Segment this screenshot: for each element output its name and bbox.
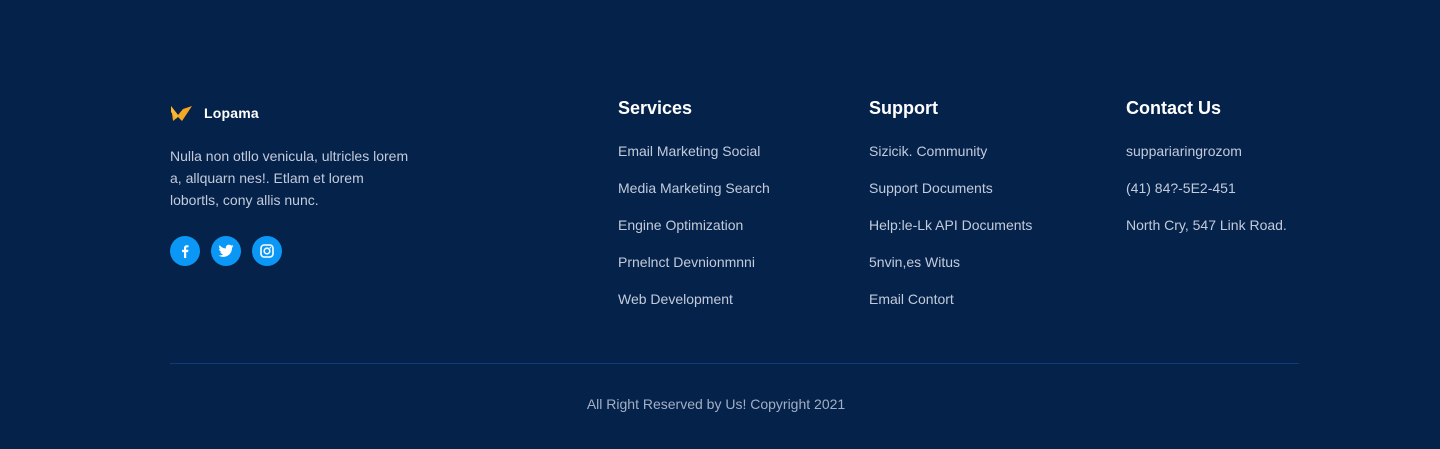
services-link-product-development[interactable]: Prnelnct Devnionmnni [618,254,755,270]
support-heading: Support [869,98,938,118]
contact-email[interactable]: suppariaringrozom [1126,143,1242,159]
support-link-email-contact[interactable]: Email Contort [869,291,954,307]
support-link-api-documents[interactable]: Help:le-Lk API Documents [869,217,1032,233]
services-heading: Services [618,98,693,118]
support-column: Support Sizicik. Community Support Docum… [869,96,1032,327]
services-link-email-marketing[interactable]: Email Marketing Social [618,143,760,159]
instagram-icon[interactable] [252,236,282,266]
services-link-web-development[interactable]: Web Development [618,291,733,307]
copyright-text: All Right Reserved by Us! Copyright 2021 [586,396,846,412]
brand-name: Lopama [204,105,259,121]
contact-column: Contact Us suppariaringrozom (41) 84?-5E… [1126,96,1287,253]
contact-phone[interactable]: (41) 84?-5E2-451 [1126,180,1236,196]
footer-divider [170,363,1299,364]
facebook-icon[interactable] [170,236,200,266]
services-column: Services Email Marketing Social Media Ma… [618,96,770,327]
brand[interactable]: Lopama [170,103,259,123]
services-link-media-marketing[interactable]: Media Marketing Search [618,180,770,196]
contact-address: North Cry, 547 Link Road. [1126,217,1287,233]
brand-description: Nulla non otllo venicula, ultricles lore… [170,148,409,208]
services-link-engine-optimization[interactable]: Engine Optimization [618,217,743,233]
support-link-documents[interactable]: Support Documents [869,180,993,196]
m-logo-icon [170,103,193,123]
twitter-icon[interactable] [211,236,241,266]
site-footer: Lopama Nulla non otllo venicula, ultricl… [0,0,1440,449]
contact-heading: Contact Us [1126,98,1222,118]
social-links [170,236,293,266]
support-link-community[interactable]: Sizicik. Community [869,143,987,159]
support-link-services-status[interactable]: 5nvin,es Witus [869,254,960,270]
